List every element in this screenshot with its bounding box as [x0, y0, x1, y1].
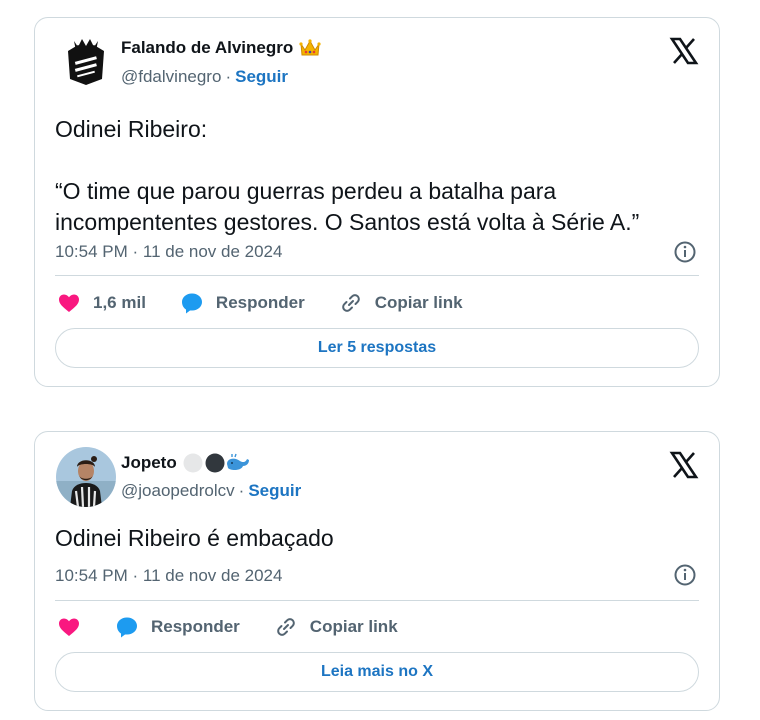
reply-label: Responder: [215, 293, 305, 312]
x-logo-icon[interactable]: [669, 450, 699, 480]
info-icon[interactable]: [673, 240, 697, 264]
tweet-text: Odinei Ribeiro: “O time que parou guerra…: [55, 116, 640, 235]
reply-icon: [181, 293, 202, 314]
link-icon: [276, 618, 295, 636]
avatar[interactable]: [56, 447, 116, 507]
circles-whale-icons: [183, 452, 253, 474]
reply-icon: [117, 617, 137, 638]
divider: [55, 600, 699, 601]
handle[interactable]: @fdalvinegro: [121, 67, 221, 87]
like-button[interactable]: [57, 615, 81, 639]
read-more-button[interactable]: Leia mais no X: [55, 652, 699, 692]
like-button[interactable]: 1,6 mil: [57, 291, 146, 315]
tweet-card: Jopeto @joaopedrolcv · Seguir Odinei Rib…: [34, 431, 720, 711]
link-icon: [341, 294, 360, 312]
x-logo-icon[interactable]: [669, 36, 699, 66]
tweet-text: Odinei Ribeiro é embaçado: [55, 525, 334, 551]
separator: ·: [238, 481, 245, 500]
tweet-card: Falando de Alvinegro @fdalvinegro · Segu…: [34, 17, 720, 387]
like-count: 1,6 mil: [93, 293, 146, 312]
crown-icon: [299, 38, 321, 58]
copy-link-label: Copiar link: [374, 293, 463, 312]
reply-button[interactable]: Responder: [115, 615, 240, 639]
timestamp[interactable]: 10:54 PM · 11 de nov de 2024: [55, 566, 282, 586]
avatar[interactable]: [56, 33, 116, 93]
divider: [55, 275, 699, 276]
display-name[interactable]: Falando de Alvinegro: [121, 38, 293, 58]
follow-button[interactable]: Seguir: [248, 481, 301, 501]
follow-button[interactable]: Seguir: [235, 67, 288, 87]
copy-link-button[interactable]: Copiar link: [274, 615, 398, 639]
separator: ·: [225, 67, 232, 86]
display-name[interactable]: Jopeto: [121, 453, 177, 473]
read-replies-button[interactable]: Ler 5 respostas: [55, 328, 699, 368]
handle[interactable]: @joaopedrolcv: [121, 481, 235, 501]
timestamp[interactable]: 10:54 PM · 11 de nov de 2024: [55, 242, 282, 262]
heart-icon: [59, 294, 79, 312]
copy-link-label: Copiar link: [309, 617, 398, 636]
reply-button[interactable]: Responder: [180, 291, 305, 315]
heart-icon: [59, 618, 79, 636]
reply-label: Responder: [151, 617, 240, 636]
copy-link-button[interactable]: Copiar link: [339, 291, 463, 315]
info-icon[interactable]: [673, 563, 697, 587]
